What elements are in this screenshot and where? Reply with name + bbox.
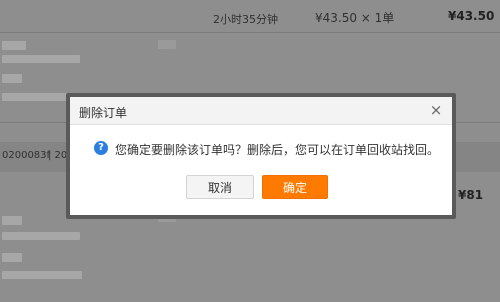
order-total: ¥81: [458, 188, 484, 202]
masked-text: [2, 55, 80, 63]
divider: [0, 32, 500, 33]
close-icon[interactable]: ×: [428, 101, 444, 119]
order-total: ¥43.50: [448, 9, 495, 23]
confirm-button[interactable]: 确定: [262, 175, 328, 199]
order-price-quantity: ¥43.50 × 1单: [315, 11, 395, 25]
masked-text: [2, 41, 26, 50]
masked-text: [2, 232, 80, 240]
dialog-message: 您确定要删除该订单吗？删除后，您可以在订单回收站找回。: [115, 143, 440, 157]
masked-text: [2, 216, 22, 225]
order-number: 0200083f: [2, 150, 51, 161]
masked-text: [158, 40, 176, 49]
question-icon: ?: [94, 141, 108, 155]
cancel-button[interactable]: 取消: [186, 175, 254, 199]
masked-text: [2, 271, 82, 279]
dialog-header: 删除订单 ×: [70, 97, 452, 125]
dialog-title: 删除订单: [79, 106, 128, 120]
delete-order-dialog: 删除订单 × ? 您确定要删除该订单吗？删除后，您可以在订单回收站找回。 取消 …: [70, 97, 452, 215]
order-time-remaining: 2小时35分钟: [213, 13, 278, 26]
masked-text: [2, 74, 22, 83]
masked-text: [2, 253, 22, 262]
order-date-fragment: | 20: [48, 150, 68, 161]
